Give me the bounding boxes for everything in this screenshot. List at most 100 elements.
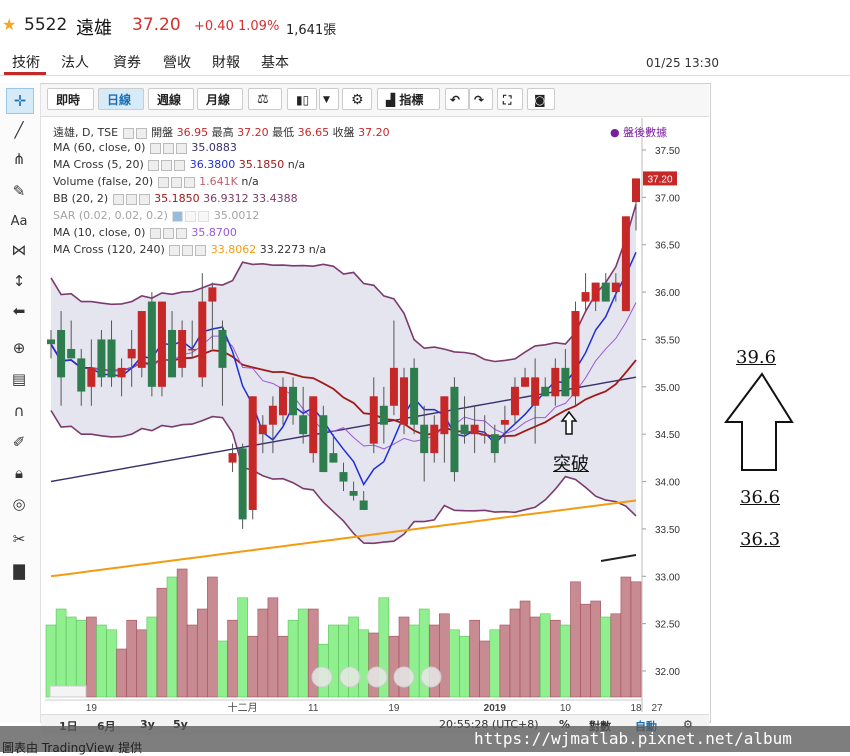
legend-value: 33.2273 [259,243,306,256]
candle-body [349,491,358,496]
legend-ma-cross-5-20[interactable]: MA Cross (5, 20) 36.3800 35.1850 n/a [53,158,305,171]
volume-bar [550,619,561,698]
legend-ma-cross-120-240[interactable]: MA Cross (120, 240) 33.8062 33.2273 n/a [53,243,326,256]
volume-bar [570,581,581,698]
candle-body [531,377,540,406]
brand-logo [49,685,87,698]
legend-ma10[interactable]: MA (10, close, 0) 35.8700 [53,226,237,239]
legend-volume[interactable]: Volume (false, 20) 1.641K n/a [53,175,259,188]
target-price-label: 39.6 [736,347,777,368]
legend-main[interactable]: 遠雄, D, TSE 開盤 36.95 最高 37.20 最低 36.65 收盤… [53,124,390,140]
time-axis-label: 19 [86,703,98,714]
price-axis-label: 37.50 [655,146,680,157]
candle-body [470,424,479,435]
time-axis-label: 2019 [484,703,507,714]
low-value: 36.65 [297,126,330,139]
price-chart[interactable]: 37.50 37.00 36.50 36.00 35.50 35.00 34.50 34.00… [0,0,711,726]
volume-bar [529,616,541,698]
candle-body [67,348,76,359]
volume-bar [196,608,208,698]
legend-value: n/a [287,158,306,171]
legend-name: MA (60, close, 0) [53,141,146,154]
legend-ma60[interactable]: MA (60, close, 0) 35.0883 [53,141,237,154]
volume-bar [408,624,420,698]
price-axis-label: 34.00 [655,478,680,489]
volume-bar [297,608,309,698]
chart-nav-button [311,666,333,688]
candle-body [248,396,257,510]
high-value: 37.20 [237,126,269,139]
candle-body [581,292,590,302]
candle-body [188,348,197,351]
candle-body [369,396,378,444]
volume-bar [227,619,238,698]
price-axis-label: 36.50 [655,241,680,252]
tradingview-credit: 圖表由 TradingView 提供 [2,741,143,755]
volume-bar [469,619,480,698]
volume-bar [600,616,612,698]
volume-bar [126,619,137,698]
candle-body [611,282,620,293]
legend-sar[interactable]: SAR (0.02, 0.02, 0.2) 35.0012 [53,209,259,222]
chart-nav-button [420,666,442,688]
watermark-url: https://wjmatlab.pixnet.net/album [474,729,792,748]
volume-bar [620,576,632,698]
volume-bar [539,613,551,698]
candle-body [632,178,640,203]
candle-body [521,377,530,387]
volume-bar [489,629,501,698]
volume-bar [499,624,511,698]
volume-bar [287,619,299,698]
candle-body [339,472,348,482]
candle-body [329,453,338,463]
candle-body [127,348,136,359]
after-hours-link[interactable]: ● 盤後數據 [610,124,667,140]
candle-body [510,386,519,416]
price-axis-label: 32.50 [655,620,680,631]
candle-body [440,396,449,435]
candle-body [218,329,227,368]
volume-bar [610,613,622,698]
volume-bar [75,619,87,698]
price-axis-label: 33.50 [655,525,680,536]
chart-nav-button [339,666,361,688]
volume-bar [176,568,188,698]
candle-body [238,448,247,520]
close-value: 37.20 [358,126,390,139]
chart-nav-button [393,666,415,688]
candle-body [359,500,368,510]
volume-bar [166,576,178,698]
candle-body [198,301,207,378]
legend-bb[interactable]: BB (20, 2) 35.1850 36.9312 33.4388 [53,192,298,205]
volume-bar [439,613,450,698]
legend-value: 33.4388 [252,192,298,205]
volume-bar [277,635,289,698]
candle-body [420,424,429,454]
legend-name: BB (20, 2) [53,192,109,205]
legend-value: 35.8700 [191,226,237,239]
after-hours-label: 盤後數據 [623,126,668,139]
volume-bar [257,608,269,698]
volume-bar [509,608,521,698]
volume-bar [207,576,218,698]
chart-nav-button [366,666,388,688]
candle-body [268,405,277,425]
low-label: 最低 [272,126,295,139]
legend-value: 35.0012 [213,209,260,222]
close-label: 收盤 [332,126,355,139]
volume-bar [247,635,259,698]
candle-body [208,287,217,302]
candle-body [299,415,308,435]
time-axis-label: 27 [651,703,663,714]
volume-bar [86,616,97,698]
candle-body [258,424,267,435]
candle-body [147,301,156,387]
time-axis: 19 十二月 11 19 2019 10 18 27 [45,699,663,714]
candle-body [500,419,509,425]
time-axis-label: 18 [630,703,642,714]
candle-body [601,282,610,302]
volume-bar [136,629,148,698]
price-axis: 37.50 37.00 36.50 36.00 35.50 35.00 34.50 34.00… [641,118,680,712]
legend-name: Volume (false, 20) [53,175,154,188]
volume-bar [156,587,168,698]
